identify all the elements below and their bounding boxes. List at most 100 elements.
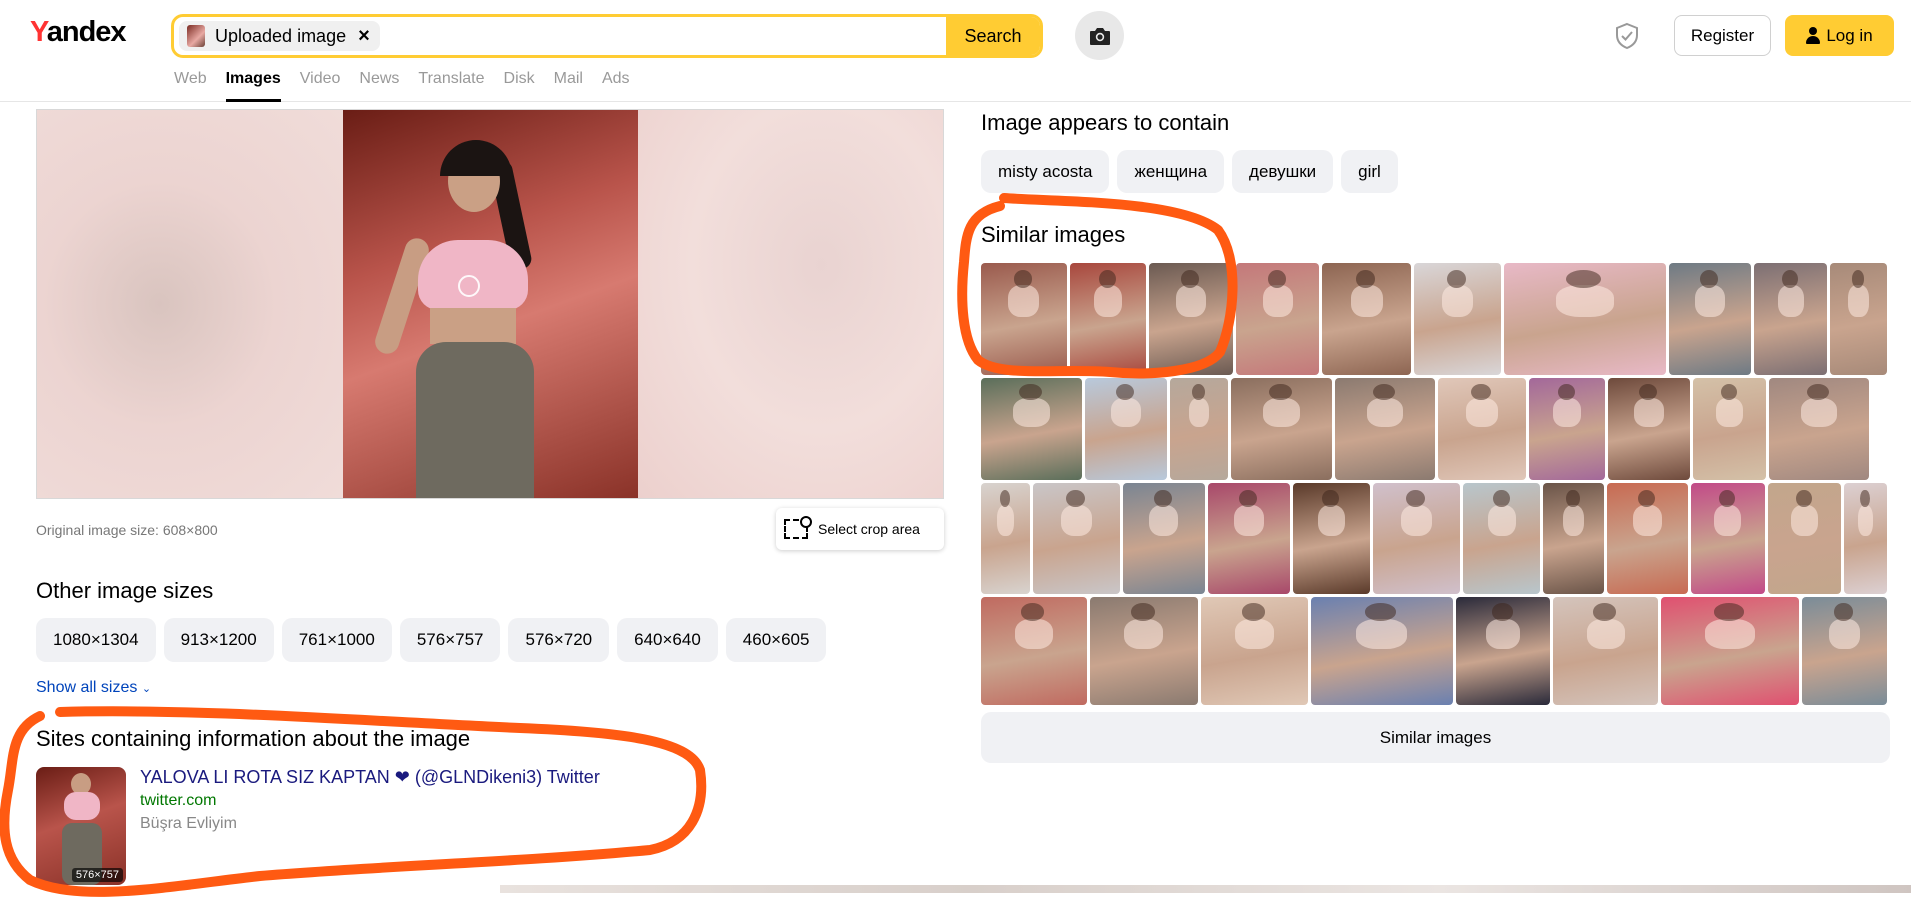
similar-image-thumbnail[interactable] [1413,263,1502,375]
thumb-size-badge: 576×757 [71,868,123,882]
similar-image-thumbnail[interactable] [1089,597,1199,705]
camera-search-button[interactable] [1075,11,1124,60]
similar-image-thumbnail[interactable] [1122,483,1205,594]
size-chip[interactable]: 576×757 [399,618,501,662]
similar-images-grid [981,263,1890,708]
similar-image-thumbnail[interactable] [1690,483,1765,594]
similar-image-thumbnail[interactable] [981,263,1067,375]
close-icon[interactable]: × [358,25,370,48]
similar-image-thumbnail[interactable] [1231,378,1332,480]
similar-image-thumbnail[interactable] [1802,597,1887,705]
logo-rest: andex [46,16,127,48]
similar-image-thumbnail[interactable] [1372,483,1461,594]
similar-row [981,597,1890,705]
size-chip[interactable]: 640×640 [617,618,718,662]
size-chip[interactable]: 1080×1304 [36,618,156,662]
similar-image-thumbnail[interactable] [1693,378,1766,480]
similar-image-thumbnail[interactable] [1310,597,1453,705]
yandex-logo[interactable]: Yandex [30,16,127,49]
similar-image-thumbnail[interactable] [1235,263,1320,375]
similar-image-thumbnail[interactable] [981,597,1087,705]
similar-row [981,378,1890,480]
similar-image-thumbnail[interactable] [1754,263,1827,375]
similar-image-thumbnail[interactable] [981,378,1082,480]
figure-hair [440,140,512,176]
other-sizes-title: Other image sizes [36,578,214,603]
nav-translate[interactable]: Translate [418,70,484,102]
search-button[interactable]: Search [946,17,1040,55]
image-preview[interactable] [36,109,944,499]
nav-web[interactable]: Web [174,70,207,102]
similar-image-thumbnail[interactable] [1207,483,1291,594]
shield-icon[interactable] [1612,21,1642,51]
search-box[interactable]: Uploaded image × Search [171,14,1043,58]
size-chip[interactable]: 460×605 [725,618,827,662]
nav-mail[interactable]: Mail [554,70,583,102]
similar-image-thumbnail[interactable] [1170,378,1228,480]
similar-image-thumbnail[interactable] [1553,597,1659,705]
similar-image-thumbnail[interactable] [981,483,1030,594]
login-label: Log in [1826,25,1873,45]
blurred-background-right [638,110,943,498]
site-result-thumbnail[interactable]: 576×757 [36,767,126,885]
similar-images-title: Similar images [981,222,1126,247]
similar-image-thumbnail[interactable] [1661,597,1800,705]
tag-chip[interactable]: girl [1341,150,1398,193]
similar-image-thumbnail[interactable] [1606,483,1688,594]
uploaded-photo[interactable] [343,110,639,498]
size-chip[interactable]: 576×720 [508,618,610,662]
similar-image-thumbnail[interactable] [1335,378,1435,480]
similar-image-thumbnail[interactable] [1322,263,1411,375]
figure-waist [430,308,516,344]
site-result-title-link[interactable]: YALOVA LI ROTA SIZ KAPTAN ❤ (@GLNDikeni3… [140,767,600,788]
similar-images-button[interactable]: Similar images [981,712,1890,763]
similar-image-thumbnail[interactable] [1668,263,1752,375]
footer-strip [500,885,1911,893]
site-result-domain[interactable]: twitter.com [140,792,216,810]
size-chip[interactable]: 913×1200 [163,618,274,662]
thumb-top [64,792,100,820]
camera-icon [1089,27,1110,45]
chevron-down-icon: ⌄ [141,683,152,695]
similar-image-thumbnail[interactable] [1529,378,1605,480]
similar-image-thumbnail[interactable] [1767,483,1842,594]
contains-title: Image appears to contain [981,110,1230,135]
tag-chip[interactable]: misty acosta [981,150,1110,193]
select-crop-button[interactable]: Select crop area [776,508,944,550]
tag-chip[interactable]: женщина [1117,150,1225,193]
similar-image-thumbnail[interactable] [1504,263,1666,375]
nav-disk[interactable]: Disk [504,70,535,102]
size-chips: 1080×1304 913×1200 761×1000 576×757 576×… [36,618,834,662]
size-chip[interactable]: 761×1000 [281,618,392,662]
focus-point-marker[interactable] [458,275,480,297]
nav-images[interactable]: Images [225,70,281,102]
similar-image-thumbnail[interactable] [1438,378,1526,480]
similar-image-thumbnail[interactable] [1201,597,1308,705]
similar-image-thumbnail[interactable] [1829,263,1888,375]
similar-image-thumbnail[interactable] [1769,378,1869,480]
similar-image-thumbnail[interactable] [1293,483,1370,594]
similar-image-thumbnail[interactable] [1085,378,1167,480]
uploaded-chip-label: Uploaded image [215,25,347,46]
similar-image-thumbnail[interactable] [1069,263,1147,375]
register-button[interactable]: Register [1674,15,1771,56]
uploaded-image-chip[interactable]: Uploaded image × [179,21,380,51]
similar-row [981,483,1890,594]
similar-image-thumbnail[interactable] [1543,483,1604,594]
tag-list: misty acosta женщина девушки girl [981,150,1406,193]
similar-image-thumbnail[interactable] [1608,378,1690,480]
login-button[interactable]: Log in [1785,15,1894,56]
figure-pants [416,342,534,498]
show-all-sizes-link[interactable]: Show all sizes ⌄ [36,679,151,697]
similar-image-thumbnail[interactable] [1463,483,1541,594]
similar-image-thumbnail[interactable] [1032,483,1120,594]
uploaded-thumb [187,25,205,47]
nav-ads[interactable]: Ads [602,70,630,102]
original-size-label: Original image size: 608×800 [36,522,218,538]
nav-news[interactable]: News [359,70,399,102]
similar-image-thumbnail[interactable] [1844,483,1887,594]
similar-image-thumbnail[interactable] [1149,263,1233,375]
nav-video[interactable]: Video [300,70,341,102]
tag-chip[interactable]: девушки [1232,150,1334,193]
similar-image-thumbnail[interactable] [1455,597,1551,705]
